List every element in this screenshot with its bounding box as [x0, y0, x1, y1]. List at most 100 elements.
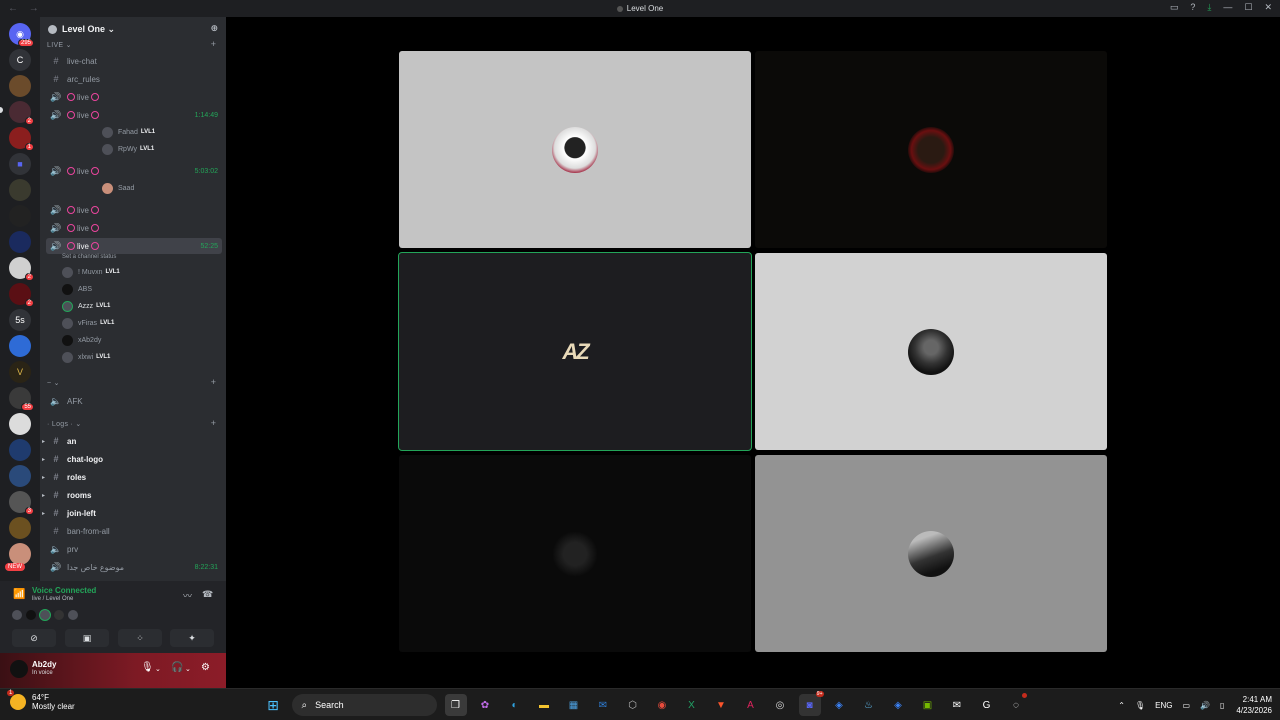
channel-join-left[interactable]: ▸ # join-left [42, 505, 222, 521]
help-icon[interactable]: ? [1190, 2, 1195, 13]
channel-an[interactable]: ▸ # an [42, 433, 222, 449]
voice-channel-special[interactable]: 🔊 موضوع خاص جدا 8:22:31 [46, 559, 222, 575]
channel-ban-from-all[interactable]: # ban-from-all [46, 523, 222, 539]
participant-avatar[interactable] [11, 609, 23, 621]
microphone-icon[interactable]: 🎙 [141, 662, 154, 673]
download-icon[interactable]: ⤓ [1207, 2, 1211, 13]
voice-user[interactable]: Fahad LVL1 [102, 124, 155, 140]
steam-icon[interactable]: ♨ [858, 694, 880, 716]
screen-share-button[interactable]: ▣ [65, 629, 109, 647]
channel-arc-rules[interactable]: # arc_rules [46, 71, 222, 87]
voice-channel-live-5[interactable]: 🔊 live [46, 220, 222, 236]
participant-avatar[interactable] [53, 609, 65, 621]
server-icon[interactable]: 2 [9, 283, 34, 307]
outlook-icon[interactable]: ✉ [592, 694, 614, 716]
store-icon[interactable]: ▦ [563, 694, 585, 716]
app-icon[interactable]: G [976, 694, 998, 716]
activities-button[interactable]: ⁘ [118, 629, 162, 647]
category-logs[interactable]: · Logs · ⌄ [47, 420, 82, 428]
voice-user[interactable]: xlxwi LVL1 [62, 349, 110, 365]
channel-roles[interactable]: ▸ # roles [42, 469, 222, 485]
server-icon[interactable] [9, 205, 31, 227]
network-icon[interactable]: ▭ [1182, 701, 1190, 710]
folder-icon[interactable]: ■ [9, 153, 31, 175]
discord-icon[interactable]: ◙ 9+ [798, 691, 824, 716]
voice-connected-subtitle[interactable]: live / Level One [32, 596, 73, 602]
app-icon[interactable]: ◎ [769, 694, 791, 716]
edge-icon[interactable]: ◐ [504, 694, 526, 716]
app-icon[interactable]: A [740, 694, 762, 716]
participant-tile[interactable] [755, 455, 1107, 652]
server-icon[interactable] [9, 231, 31, 253]
voice-channel-live-1[interactable]: 🔊 live [46, 89, 222, 105]
server-5s[interactable]: 5s [9, 309, 31, 331]
file-explorer-icon[interactable]: ▬ [533, 694, 555, 716]
voice-connected-title[interactable]: Voice Connected [32, 586, 96, 595]
voice-user[interactable]: Saad⊘ ⊘ [102, 180, 134, 196]
voice-channel-live-4[interactable]: 🔊 live [46, 202, 222, 218]
voice-user[interactable]: xAb2dy [62, 332, 101, 348]
participant-avatar[interactable] [67, 609, 79, 621]
voice-channel-live-3[interactable]: 🔊 live 5:03:02 [46, 163, 222, 179]
maximize-button[interactable]: ☐ [1244, 2, 1252, 13]
category-second[interactable]: ~ ⌄ [47, 379, 60, 387]
participant-tile-speaking[interactable]: AZ [398, 252, 752, 451]
server-icon[interactable] [9, 413, 31, 435]
server-c[interactable]: C [9, 49, 31, 71]
participant-avatar[interactable] [25, 609, 37, 621]
avatar[interactable] [10, 660, 28, 678]
server-icon[interactable] [9, 179, 31, 201]
app-icon[interactable]: ⬡ [622, 694, 644, 716]
server-icon[interactable]: 1 [9, 127, 34, 151]
brave-icon[interactable]: ▼ [710, 694, 732, 716]
noise-suppression-icon[interactable]: 〰 [183, 589, 192, 602]
channel-live-chat[interactable]: # live-chat [46, 53, 222, 69]
category-live[interactable]: LIVE ⌄ [47, 41, 72, 49]
voice-channel-live-2[interactable]: 🔊 live 1:14:49 [46, 107, 222, 123]
voice-user[interactable]: RpWy LVL1 [102, 141, 154, 157]
app-icon[interactable]: ◈ [887, 694, 909, 716]
voice-user[interactable]: ! Muvxn LVL1 [62, 264, 120, 280]
channel-status[interactable]: Set a channel status [62, 254, 116, 260]
voice-channel-live-6[interactable]: 🔊 live 52:25 [46, 238, 222, 254]
headphones-icon[interactable]: 🎧 [171, 662, 183, 673]
clock[interactable]: 2:41 AM 4/23/2026 [1236, 694, 1272, 716]
add-member-icon[interactable]: ⊕ [210, 23, 218, 34]
app-icon[interactable]: ◈ [828, 694, 850, 716]
participant-tile[interactable] [755, 51, 1107, 248]
chrome-icon[interactable]: ◉ [651, 694, 673, 716]
chevron-up-icon[interactable]: ⌃ [1118, 701, 1125, 710]
username[interactable]: Ab2dy [32, 660, 56, 669]
add-channel-icon[interactable]: + [211, 377, 216, 387]
task-view-icon[interactable]: ❐ [444, 694, 467, 716]
server-icon[interactable]: 2 [9, 101, 34, 125]
weather-widget[interactable]: 1 64°F Mostly clear [7, 690, 75, 711]
add-channel-icon[interactable]: + [211, 418, 216, 428]
participant-avatar[interactable] [39, 609, 51, 621]
app-icon[interactable]: ✉ [946, 694, 968, 716]
excel-icon[interactable]: X [681, 694, 703, 716]
channel-chat-logo[interactable]: ▸ # chat-logo [42, 451, 222, 467]
participant-tile[interactable] [399, 51, 751, 248]
soundboard-button[interactable]: ✦ [170, 629, 214, 647]
channel-rooms[interactable]: ▸ # rooms [42, 487, 222, 503]
add-channel-icon[interactable]: + [211, 39, 216, 49]
voice-user[interactable]: vFiras LVL1 [62, 315, 114, 331]
disconnect-icon[interactable]: ☎ [202, 589, 213, 600]
server-icon[interactable] [9, 465, 31, 487]
camera-off-button[interactable]: ⊘ [12, 629, 56, 647]
chevron-down-icon[interactable]: ⌄ [155, 665, 161, 673]
volume-icon[interactable]: 🔊 [1200, 701, 1210, 710]
close-button[interactable]: ✕ [1264, 2, 1272, 13]
server-icon[interactable]: 55 [9, 387, 34, 411]
voice-user[interactable]: ABS [62, 281, 92, 297]
language-indicator[interactable]: ENG [1155, 701, 1172, 710]
settings-gear-icon[interactable]: ⚙ [201, 662, 210, 673]
microphone-icon[interactable]: 🎙 [1135, 701, 1145, 710]
server-header[interactable]: Level One ⌄ ⊕ [40, 17, 226, 41]
server-icon[interactable] [9, 75, 31, 97]
inbox-icon[interactable]: ▭ [1170, 2, 1179, 13]
minimize-button[interactable]: — [1223, 2, 1232, 13]
chevron-down-icon[interactable]: ⌄ [185, 665, 191, 673]
copilot-icon[interactable]: ✿ [474, 694, 496, 716]
